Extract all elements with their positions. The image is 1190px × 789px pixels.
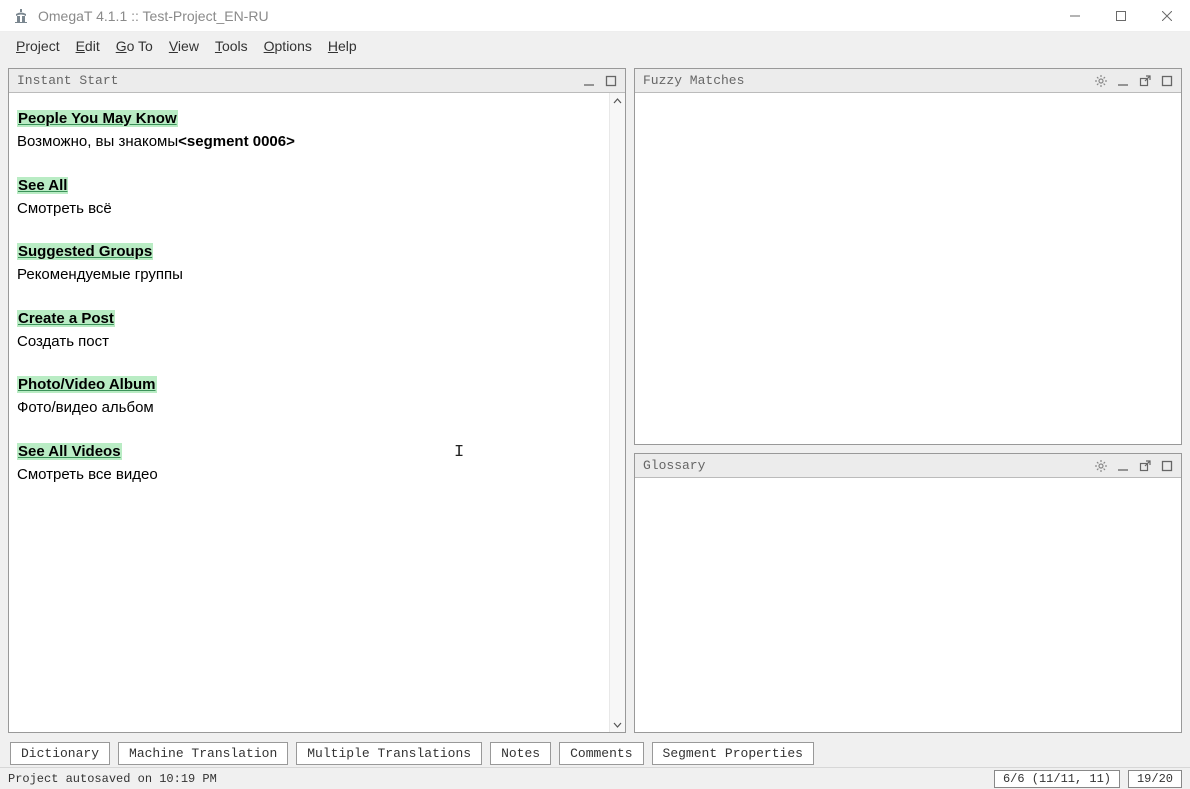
editor-pane-header: Instant Start (9, 69, 625, 93)
segment-source: Create a Post (17, 310, 115, 327)
right-column: Fuzzy Matches (634, 68, 1182, 733)
pane-minimize-icon[interactable] (579, 72, 599, 90)
segment-target: Фото/видео альбом (17, 396, 609, 419)
segment[interactable]: Photo/Video Album Фото/видео альбом (17, 373, 609, 420)
app-icon (12, 7, 30, 25)
segment[interactable]: People You May Know Возможно, вы знакомы… (17, 107, 609, 154)
glossary-pane-title: Glossary (643, 458, 1089, 473)
window-title: OmegaT 4.1.1 :: Test-Project_EN-RU (38, 8, 1052, 24)
menu-goto[interactable]: Go To (108, 36, 161, 56)
segment-source: People You May Know (17, 110, 178, 127)
tab-comments[interactable]: Comments (559, 742, 643, 765)
pane-popout-icon[interactable] (1135, 457, 1155, 475)
scroll-down-icon[interactable] (610, 716, 625, 732)
fuzzy-pane-header: Fuzzy Matches (635, 69, 1181, 93)
menu-bar: Project Edit Go To View Tools Options He… (0, 32, 1190, 60)
segment-target: Смотреть все видео (17, 463, 609, 486)
work-area: Instant Start People You May Know Возмож… (0, 60, 1190, 739)
pane-popout-icon[interactable] (1135, 72, 1155, 90)
menu-edit[interactable]: Edit (68, 36, 108, 56)
maximize-button[interactable] (1098, 0, 1144, 32)
status-bar: Project autosaved on 10:19 PM 6/6 (11/11… (0, 767, 1190, 789)
segment[interactable]: Suggested Groups Рекомендуемые группы (17, 240, 609, 287)
tab-machine-translation[interactable]: Machine Translation (118, 742, 288, 765)
glossary-pane: Glossary (634, 453, 1182, 733)
editor-pane: Instant Start People You May Know Возмож… (8, 68, 626, 733)
segment[interactable]: See All Videos Смотреть все видео (17, 440, 609, 487)
segment-tag: <segment 0006> (178, 133, 295, 150)
fuzzy-pane: Fuzzy Matches (634, 68, 1182, 445)
close-button[interactable] (1144, 0, 1190, 32)
segment[interactable]: Create a Post Создать пост (17, 307, 609, 354)
pane-maximize-icon[interactable] (1157, 457, 1177, 475)
tab-dictionary[interactable]: Dictionary (10, 742, 110, 765)
segment-target: Создать пост (17, 330, 609, 353)
status-progress-counter: 19/20 (1128, 770, 1182, 788)
tab-multiple-translations[interactable]: Multiple Translations (296, 742, 482, 765)
bottom-tabs: Dictionary Machine Translation Multiple … (0, 739, 1190, 767)
tab-notes[interactable]: Notes (490, 742, 551, 765)
menu-project[interactable]: Project (8, 36, 68, 56)
status-message: Project autosaved on 10:19 PM (8, 772, 986, 786)
pane-maximize-icon[interactable] (1157, 72, 1177, 90)
editor-scrollbar[interactable] (609, 93, 625, 732)
segment-target: Возможно, вы знакомы<segment 0006> (17, 130, 609, 153)
menu-view[interactable]: View (161, 36, 207, 56)
pane-settings-icon[interactable] (1091, 457, 1111, 475)
segment-source: Photo/Video Album (17, 376, 157, 393)
pane-minimize-icon[interactable] (1113, 457, 1133, 475)
fuzzy-pane-title: Fuzzy Matches (643, 73, 1089, 88)
menu-tools[interactable]: Tools (207, 36, 256, 56)
segment-source: See All (17, 177, 68, 194)
glossary-body[interactable] (635, 478, 1181, 732)
glossary-pane-header: Glossary (635, 454, 1181, 478)
segment-source: Suggested Groups (17, 243, 153, 260)
text-cursor-icon: I (454, 443, 464, 462)
scroll-up-icon[interactable] (610, 93, 625, 109)
menu-options[interactable]: Options (256, 36, 320, 56)
editor-body[interactable]: People You May Know Возможно, вы знакомы… (9, 93, 625, 732)
segment-target: Рекомендуемые группы (17, 263, 609, 286)
segment-target: Смотреть всё (17, 197, 609, 220)
editor-column: Instant Start People You May Know Возмож… (8, 68, 626, 733)
editor-pane-title: Instant Start (17, 73, 577, 88)
app-window: OmegaT 4.1.1 :: Test-Project_EN-RU Proje… (0, 0, 1190, 789)
title-bar: OmegaT 4.1.1 :: Test-Project_EN-RU (0, 0, 1190, 32)
pane-settings-icon[interactable] (1091, 72, 1111, 90)
minimize-button[interactable] (1052, 0, 1098, 32)
menu-help[interactable]: Help (320, 36, 365, 56)
pane-minimize-icon[interactable] (1113, 72, 1133, 90)
pane-maximize-icon[interactable] (601, 72, 621, 90)
fuzzy-body[interactable] (635, 93, 1181, 444)
tab-segment-properties[interactable]: Segment Properties (652, 742, 814, 765)
segment[interactable]: See All Смотреть всё (17, 174, 609, 221)
status-segment-counter: 6/6 (11/11, 11) (994, 770, 1120, 788)
segment-source: See All Videos (17, 443, 122, 460)
